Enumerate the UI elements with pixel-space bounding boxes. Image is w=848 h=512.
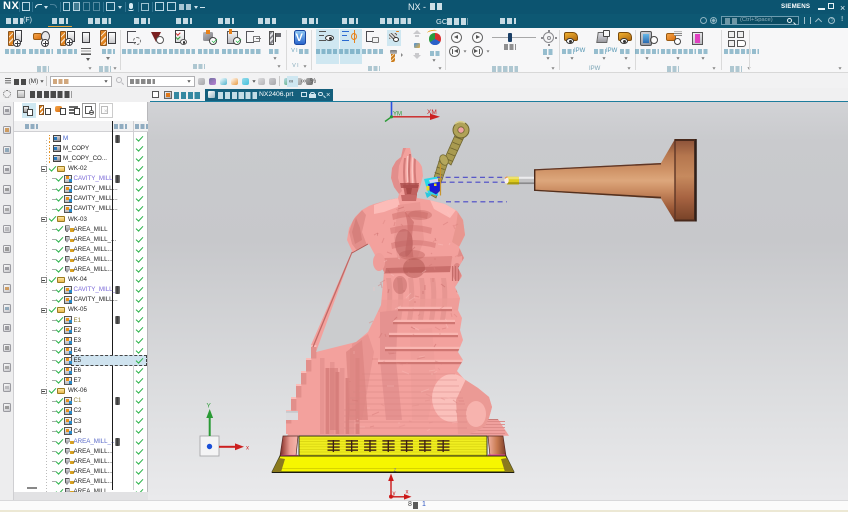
svg-text:z: z: [394, 468, 397, 474]
svg-text:x: x: [246, 446, 249, 452]
svg-text:y: y: [393, 491, 396, 497]
svg-text:x: x: [406, 490, 409, 496]
svg-text:Y: Y: [207, 403, 212, 410]
svg-text:YM: YM: [393, 112, 402, 118]
svg-text:XM: XM: [427, 109, 437, 116]
